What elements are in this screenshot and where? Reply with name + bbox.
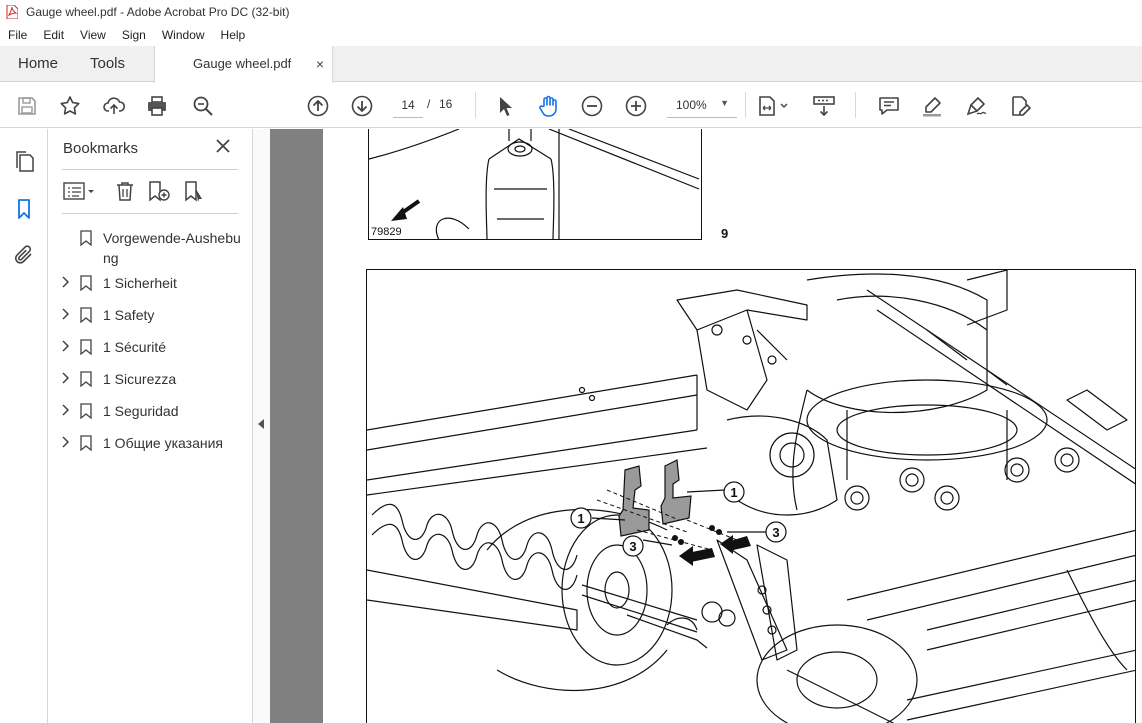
pdf-page: 79829 9 1 1 3 3 bbox=[323, 129, 1142, 723]
menu-bar: File Edit View Sign Window Help bbox=[0, 24, 1142, 46]
bookmark-ribbon-icon bbox=[80, 371, 92, 387]
bookmark-item[interactable]: 1 Общие указания bbox=[48, 433, 252, 453]
step-number: 9 bbox=[721, 226, 729, 241]
tab-document-label: Gauge wheel.pdf bbox=[193, 56, 292, 71]
callout-label: 3 bbox=[772, 525, 779, 540]
bookmark-icon[interactable] bbox=[12, 197, 36, 221]
figure-previous bbox=[368, 129, 702, 240]
bookmark-item[interactable]: 1 Seguridad bbox=[48, 401, 252, 421]
bookmark-ribbon-icon bbox=[80, 307, 92, 323]
toolbar bbox=[0, 83, 1142, 128]
tab-bar: Home Tools Gauge wheel.pdf × bbox=[0, 46, 1142, 83]
bookmark-ribbon-icon bbox=[80, 435, 92, 451]
bookmark-label: 1 Sicherheit bbox=[103, 275, 177, 291]
bookmark-ribbon-icon bbox=[80, 403, 92, 419]
chevron-right-icon[interactable] bbox=[61, 404, 71, 416]
select-arrow-icon[interactable] bbox=[493, 94, 517, 118]
navigation-rail bbox=[0, 129, 48, 723]
bookmarks-panel: Bookmarks Vorgewende-Aushebung 1 Sicherh… bbox=[48, 129, 252, 723]
new-bookmark-icon[interactable] bbox=[147, 180, 171, 202]
bookmark-label: 1 Seguridad bbox=[103, 403, 179, 419]
chevron-right-icon[interactable] bbox=[61, 372, 71, 384]
toolbar-divider bbox=[745, 92, 746, 118]
title-bar: Gauge wheel.pdf - Adobe Acrobat Pro DC (… bbox=[0, 0, 1142, 24]
menu-sign[interactable]: Sign bbox=[114, 28, 154, 42]
toolbar-divider bbox=[475, 92, 476, 118]
bookmark-ribbon-icon bbox=[80, 339, 92, 355]
zoom-in-icon[interactable] bbox=[624, 94, 648, 118]
arrow-down-icon[interactable] bbox=[350, 94, 374, 118]
bookmark-label: 1 Sicurezza bbox=[103, 371, 177, 387]
bookmark-item[interactable]: 1 Sécurité bbox=[48, 337, 252, 357]
acrobat-pdf-icon bbox=[6, 5, 18, 19]
bookmark-label: 1 Sécurité bbox=[103, 339, 167, 355]
page-fit-icon[interactable] bbox=[756, 94, 790, 118]
scroll-mode-icon[interactable] bbox=[812, 94, 836, 118]
tab-tools[interactable]: Tools bbox=[90, 46, 125, 82]
bookmark-item[interactable]: 1 Sicurezza bbox=[48, 369, 252, 389]
chevron-right-icon[interactable] bbox=[61, 308, 71, 320]
figure-number: 79829 bbox=[371, 226, 402, 238]
hand-icon[interactable] bbox=[536, 94, 560, 118]
star-icon[interactable] bbox=[58, 94, 82, 118]
zoom-out-icon[interactable] bbox=[580, 94, 604, 118]
callout-label: 3 bbox=[629, 539, 636, 554]
comment-icon[interactable] bbox=[877, 94, 901, 118]
menu-edit[interactable]: Edit bbox=[35, 28, 72, 42]
zoom-value: 100% bbox=[676, 98, 707, 112]
save-icon[interactable] bbox=[15, 94, 39, 118]
highlight-pen-icon[interactable] bbox=[920, 94, 944, 118]
print-icon[interactable] bbox=[145, 94, 169, 118]
bookmark-item[interactable]: 1 Safety bbox=[48, 305, 252, 325]
tab-document[interactable]: Gauge wheel.pdf × bbox=[154, 46, 333, 83]
attachment-icon[interactable] bbox=[12, 243, 36, 267]
upload-icon[interactable] bbox=[102, 94, 126, 118]
page-separator: / bbox=[427, 97, 431, 111]
page-total: 16 bbox=[439, 97, 453, 111]
close-icon[interactable] bbox=[213, 136, 233, 156]
menu-help[interactable]: Help bbox=[213, 28, 254, 42]
tab-close-button[interactable]: × bbox=[316, 46, 324, 82]
trash-icon[interactable] bbox=[114, 180, 136, 202]
callout-label: 1 bbox=[577, 511, 584, 526]
divider bbox=[62, 169, 238, 170]
bookmark-label: 1 Safety bbox=[103, 307, 155, 323]
bookmark-item[interactable]: Vorgewende-Aushebung bbox=[48, 228, 252, 268]
document-viewport[interactable]: 79829 9 1 1 3 3 bbox=[270, 129, 1142, 723]
sign-icon[interactable] bbox=[964, 94, 988, 118]
edit-pdf-icon[interactable] bbox=[1008, 94, 1032, 118]
options-menu-icon[interactable] bbox=[62, 180, 98, 202]
page-number-input[interactable] bbox=[393, 92, 423, 118]
bookmark-ribbon-icon bbox=[80, 275, 92, 291]
window-title: Gauge wheel.pdf - Adobe Acrobat Pro DC (… bbox=[26, 5, 290, 19]
bookmark-label: Vorgewende-Aushebung bbox=[103, 230, 241, 266]
menu-window[interactable]: Window bbox=[154, 28, 213, 42]
figure-gauge-wheel: 1 1 3 3 bbox=[366, 269, 1136, 723]
chevron-right-icon[interactable] bbox=[61, 340, 71, 352]
gauge-wheel-assembly-illustration: 1 1 3 3 bbox=[367, 270, 1135, 723]
collapse-panel-icon[interactable] bbox=[258, 419, 264, 429]
menu-view[interactable]: View bbox=[72, 28, 114, 42]
toolbar-divider bbox=[855, 92, 856, 118]
chevron-right-icon[interactable] bbox=[61, 276, 71, 288]
arrow-up-icon[interactable] bbox=[306, 94, 330, 118]
callout-label: 1 bbox=[730, 485, 737, 500]
bookmark-ribbon-icon bbox=[80, 230, 92, 246]
chevron-right-icon[interactable] bbox=[61, 436, 71, 448]
bookmark-label: 1 Общие указания bbox=[103, 435, 223, 451]
search-zoom-icon[interactable] bbox=[191, 94, 215, 118]
tab-home[interactable]: Home bbox=[18, 46, 58, 82]
acrobat-window: Gauge wheel.pdf - Adobe Acrobat Pro DC (… bbox=[0, 0, 1142, 723]
pages-icon[interactable] bbox=[12, 149, 36, 173]
menu-file[interactable]: File bbox=[0, 28, 35, 42]
bookmark-item[interactable]: 1 Sicherheit bbox=[48, 273, 252, 293]
zoom-select[interactable]: 100% ▼ bbox=[667, 92, 737, 118]
divider bbox=[62, 213, 238, 214]
panel-title: Bookmarks bbox=[63, 140, 139, 157]
drill-shaft-illustration bbox=[369, 129, 700, 239]
find-bookmark-icon[interactable] bbox=[183, 180, 207, 202]
panel-splitter[interactable] bbox=[252, 129, 270, 723]
chevron-down-icon: ▼ bbox=[720, 98, 729, 108]
